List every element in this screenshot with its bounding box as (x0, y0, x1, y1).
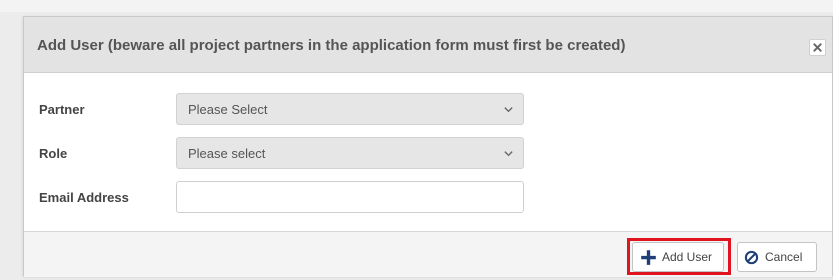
cancel-label: Cancel (765, 250, 803, 264)
ban-icon (744, 250, 759, 264)
role-row: Role Please select (24, 137, 832, 169)
chevron-down-icon (504, 151, 513, 157)
add-user-label: Add User (662, 250, 713, 264)
dialog-header: Add User (beware all project partners in… (24, 17, 832, 73)
email-label: Email Address (39, 190, 129, 205)
close-button[interactable] (809, 39, 826, 56)
role-select-value: Please select (188, 146, 266, 161)
partner-select[interactable]: Please Select (176, 93, 524, 125)
partner-select-value: Please Select (188, 102, 268, 117)
role-select[interactable]: Please select (176, 137, 524, 169)
plus-icon (641, 249, 656, 265)
add-user-button[interactable]: Add User (632, 242, 724, 272)
page-backdrop (0, 0, 833, 12)
email-row: Email Address (24, 181, 832, 213)
partner-row: Partner Please Select (24, 93, 832, 125)
role-label: Role (39, 146, 68, 161)
cancel-button[interactable]: Cancel (737, 242, 817, 272)
dialog-title: Add User (beware all project partners in… (37, 37, 626, 54)
partner-label: Partner (39, 102, 85, 117)
chevron-down-icon (504, 107, 513, 113)
close-icon (813, 43, 822, 52)
add-user-dialog: Add User (beware all project partners in… (23, 16, 833, 277)
dialog-footer: Add User Cancel (24, 231, 832, 277)
email-field[interactable] (176, 181, 524, 213)
